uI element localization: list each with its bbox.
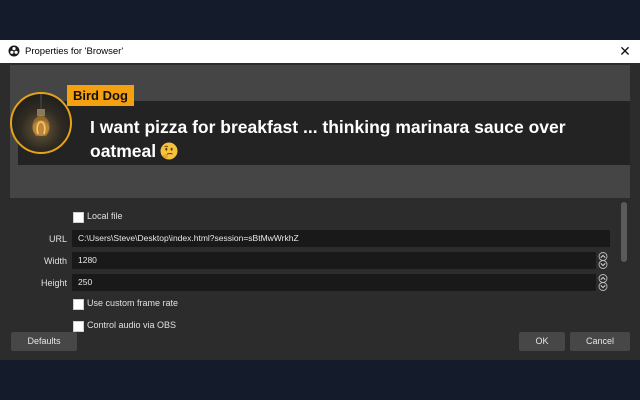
form-scrollbar[interactable] — [620, 202, 628, 324]
title-bar: Properties for 'Browser' ✕ — [0, 40, 640, 63]
width-input[interactable]: 1280 — [72, 252, 596, 269]
thinking-face-emoji-icon — [160, 142, 178, 160]
name-tag: Bird Dog — [67, 85, 134, 106]
close-icon[interactable]: ✕ — [618, 43, 632, 59]
height-label: Height — [40, 278, 67, 288]
url-label: URL — [48, 234, 67, 244]
width-label: Width — [43, 256, 67, 266]
custom-frame-rate-label: Use custom frame rate — [87, 298, 179, 308]
browser-preview: Bird Dog I want pizza for breakfast ... … — [10, 65, 630, 198]
chat-message: I want pizza for breakfast ... thinking … — [90, 115, 630, 163]
height-input[interactable]: 250 — [72, 274, 596, 291]
control-audio-checkbox[interactable] — [73, 321, 84, 332]
local-file-checkbox[interactable] — [73, 212, 84, 223]
custom-frame-rate-checkbox[interactable] — [73, 299, 84, 310]
properties-dialog: Properties for 'Browser' ✕ Bird Dog I wa… — [0, 40, 640, 360]
local-file-label: Local file — [87, 211, 123, 221]
height-stepper[interactable] — [596, 274, 610, 291]
ok-button[interactable]: OK — [519, 332, 565, 351]
scrollbar-thumb[interactable] — [621, 202, 627, 262]
url-input[interactable]: C:\Users\Steve\Desktop\index.html?sessio… — [72, 230, 610, 247]
lightbulb-avatar — [10, 92, 72, 154]
width-stepper[interactable] — [596, 252, 610, 269]
defaults-button[interactable]: Defaults — [11, 332, 77, 351]
obs-logo-icon — [8, 45, 20, 57]
properties-form: Local file URL C:\Users\Steve\Desktop\in… — [0, 205, 640, 332]
control-audio-label: Control audio via OBS — [87, 320, 177, 330]
cancel-button[interactable]: Cancel — [570, 332, 630, 351]
window-title: Properties for 'Browser' — [25, 46, 124, 57]
